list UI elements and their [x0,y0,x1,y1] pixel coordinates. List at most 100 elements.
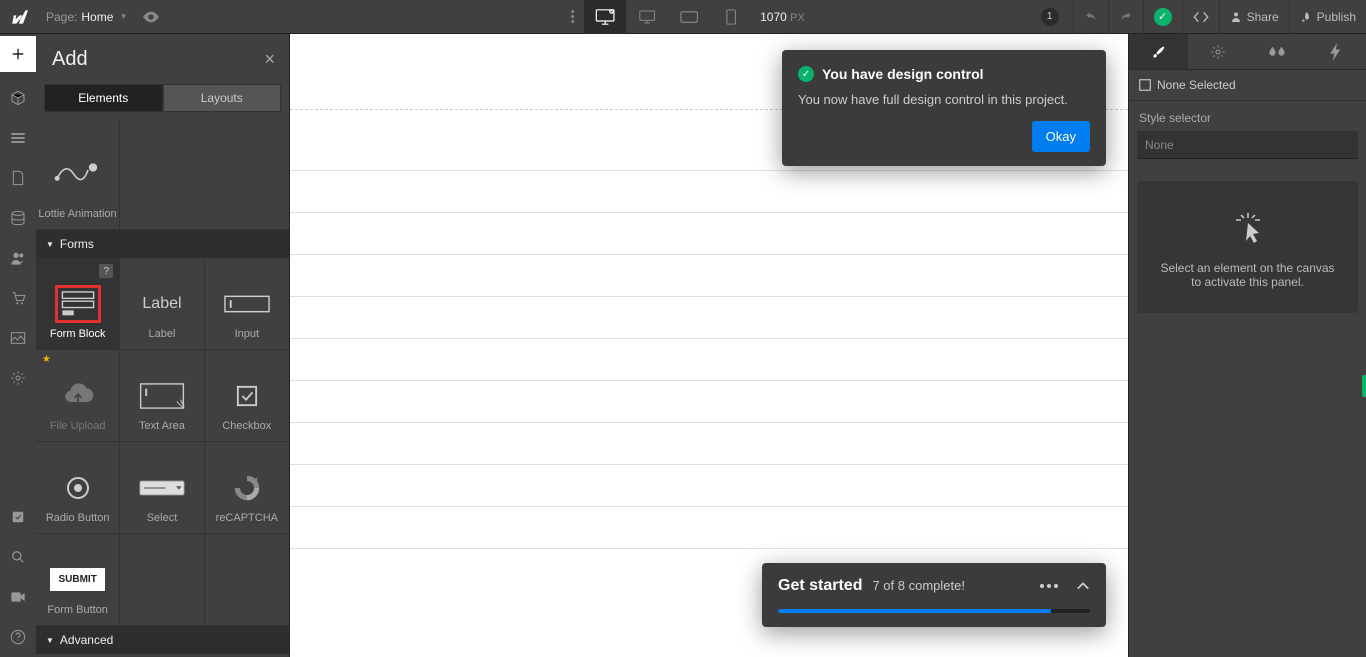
drops-icon [1268,45,1286,59]
selector-row[interactable]: None Selected [1129,70,1366,101]
logo-w-icon [8,10,28,24]
pages-button[interactable] [0,158,36,198]
input-icon [224,295,270,313]
redo-button[interactable] [1108,0,1143,34]
undo-button[interactable] [1073,0,1108,34]
symbols-button[interactable] [0,78,36,118]
element-label[interactable]: Label Label [120,258,204,350]
tab-elements[interactable]: Elements [44,84,163,112]
notification-title: You have design control [822,66,984,82]
empty-tile [120,534,204,626]
canvas-width-display[interactable]: 1070 PX [760,10,805,24]
users-icon [10,251,26,265]
export-code-button[interactable] [1182,0,1219,34]
tab-interactions[interactable] [1307,34,1366,69]
collapse-button[interactable] [1076,581,1090,591]
share-button[interactable]: Share [1219,0,1289,34]
database-icon [10,210,26,226]
element-input[interactable]: Input [205,258,289,350]
bolt-icon [1330,43,1342,61]
cart-icon [10,290,26,306]
tab-spacing[interactable] [1248,34,1307,69]
lottie-icon [53,156,103,184]
tile-label: Lottie Animation [38,207,116,221]
preview-button[interactable] [136,0,166,34]
page-icon [11,170,25,186]
publish-button[interactable]: Publish [1289,0,1366,34]
select-icon [138,480,186,496]
chevron-down-icon: ▾ [121,11,126,22]
tab-layouts[interactable]: Layouts [163,84,282,112]
breakpoint-tablet[interactable] [626,0,668,34]
style-panel: None Selected Style selector None Select… [1128,34,1366,657]
page-selector[interactable]: Page: Home ▾ [36,0,136,33]
tab-style[interactable] [1129,34,1188,69]
check-circle-icon: ✓ [798,66,814,82]
code-icon [1193,11,1209,23]
cms-button[interactable] [0,198,36,238]
element-radio-button[interactable]: Radio Button [36,442,120,534]
get-started-title: Get started [778,577,862,595]
status-button[interactable]: ✓ [1143,0,1182,34]
gear-icon [10,370,26,386]
empty-tile [205,534,289,626]
triangle-down-icon: ▼ [46,240,54,249]
element-lottie[interactable]: Lottie Animation [36,118,120,230]
breakpoint-landscape[interactable] [668,0,710,34]
notifications-badge[interactable]: 1 [1031,0,1073,34]
plus-icon [11,47,25,61]
radio-icon [66,476,90,500]
breakpoint-desktop[interactable] [584,0,626,34]
help-badge[interactable]: ? [99,264,113,278]
notification-body: You now have full design control in this… [798,92,1090,107]
undo-icon [1084,10,1098,24]
help-icon [10,629,26,645]
checklist-icon [11,510,25,524]
category-advanced[interactable]: ▼Advanced [36,626,289,654]
style-selector-input[interactable]: None [1137,131,1358,159]
submit-icon: SUBMIT [50,568,104,591]
element-checkbox[interactable]: Checkbox [205,350,289,442]
navigator-button[interactable] [0,118,36,158]
get-started-panel: Get started 7 of 8 complete! [762,563,1106,627]
element-form-block[interactable]: ? Form Block [36,258,120,350]
ecommerce-button[interactable] [0,278,36,318]
square-icon [1139,79,1151,91]
topbar: Page: Home ▾ 1070 PX 1 ✓ Share [0,0,1366,34]
audit-button[interactable] [0,497,36,537]
more-breakpoints-button[interactable] [561,10,584,23]
form-block-icon [61,287,95,321]
assets-button[interactable] [0,318,36,358]
settings-button[interactable] [0,358,36,398]
users-button[interactable] [0,238,36,278]
search-button[interactable] [0,537,36,577]
page-name: Home [81,10,113,24]
category-forms[interactable]: ▼Forms [36,230,289,258]
element-text-area[interactable]: Text Area [120,350,204,442]
video-button[interactable] [0,577,36,617]
element-file-upload[interactable]: ★ File Upload [36,350,120,442]
element-form-button[interactable]: SUBMIT Form Button [36,534,120,626]
edge-indicator [1362,375,1366,397]
rocket-icon [1300,11,1312,23]
redo-icon [1119,10,1133,24]
label-icon: Label [142,295,181,313]
more-menu-button[interactable] [1040,584,1058,588]
add-elements-button[interactable] [0,36,36,72]
element-select[interactable]: Select [120,442,204,534]
element-recaptcha[interactable]: reCAPTCHA [205,442,289,534]
help-button[interactable] [0,617,36,657]
search-icon [11,550,25,564]
image-icon [10,331,26,345]
breakpoint-mobile[interactable] [710,0,752,34]
okay-button[interactable]: Okay [1032,121,1090,152]
breakpoint-switcher: 1070 PX [561,0,805,34]
close-panel-button[interactable]: × [264,49,275,70]
textarea-icon [139,383,185,409]
get-started-progress-text: 7 of 8 complete! [872,578,965,593]
webflow-logo[interactable] [0,0,36,34]
triangle-down-icon: ▼ [46,636,54,645]
tab-settings[interactable] [1188,34,1247,69]
star-icon: ★ [42,354,51,365]
layers-icon [10,131,26,145]
